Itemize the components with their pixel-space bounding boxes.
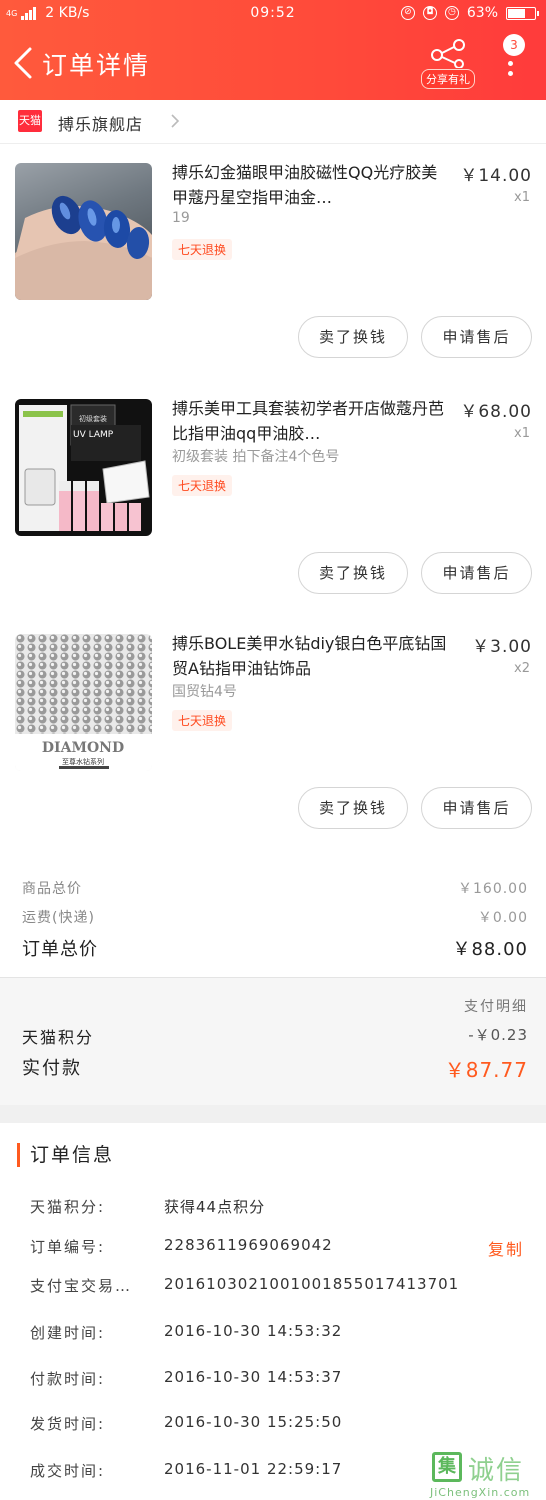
rhinestones-photo-icon: DIAMOND 至尊水钻系列 xyxy=(15,634,152,771)
after-sales-button[interactable]: 申请售后 xyxy=(421,787,532,829)
alarm-icon: ◷ xyxy=(444,6,459,20)
product-quantity: x1 xyxy=(514,190,530,205)
copy-button[interactable]: 复制 xyxy=(488,1236,524,1260)
info-value[interactable]: 2283611969069042 xyxy=(164,1236,333,1254)
more-dot-icon xyxy=(508,71,513,76)
sell-button[interactable]: 卖了换钱 xyxy=(298,552,408,594)
info-value: 2016-10-30 14:53:37 xyxy=(164,1368,343,1386)
info-label: 创建时间: xyxy=(30,1324,106,1342)
points-value: -￥0.23 xyxy=(468,1026,528,1044)
more-dot-icon xyxy=(508,61,513,66)
goods-total-label: 商品总价 xyxy=(22,881,82,897)
share-button[interactable]: 分享有礼 xyxy=(420,38,476,90)
product-spec: 国贸钻4号 xyxy=(172,684,237,700)
shipping-value: ￥0.00 xyxy=(477,910,528,926)
watermark-url: JiChengXin.com xyxy=(430,1486,531,1499)
kit-box-label: 初级套装 xyxy=(79,414,107,423)
info-label: 天猫积分: xyxy=(30,1198,106,1216)
order-total-value: ￥88.00 xyxy=(452,939,528,960)
info-label: 付款时间: xyxy=(30,1370,106,1388)
product-price: ￥68.00 xyxy=(460,402,532,422)
more-menu-button[interactable]: 3 xyxy=(497,34,531,84)
battery-percent: 63% xyxy=(466,5,498,21)
info-value: 2016103021001001855017413701 xyxy=(164,1275,460,1293)
product-title[interactable]: 搏乐幻金猫眼甲油胶磁性QQ光疗胶美甲蔻丹星空指甲油金… xyxy=(172,160,447,210)
uv-lamp-label: UV LAMP xyxy=(73,430,114,440)
points-label: 天猫积分 xyxy=(22,1028,95,1047)
sell-button[interactable]: 卖了换钱 xyxy=(298,787,408,829)
order-info-section: 订单信息 天猫积分: 获得44点积分 订单编号: 228361196906904… xyxy=(0,1123,546,1500)
product-image[interactable] xyxy=(15,163,152,300)
after-sales-button[interactable]: 申请售后 xyxy=(421,316,532,358)
diamond-label: DIAMOND xyxy=(42,740,124,756)
share-icon xyxy=(431,39,465,68)
info-label: 订单编号: xyxy=(30,1238,106,1256)
actual-paid-label: 实付款 xyxy=(22,1058,82,1079)
product-image[interactable]: 初级套装 UV LAMP xyxy=(15,399,152,536)
product-title[interactable]: 搏乐BOLE美甲水钻diy银白色平底钻国贸A钻指甲油钻饰品 xyxy=(172,631,447,681)
diamond-sub-label: 至尊水钻系列 xyxy=(62,757,104,766)
battery-icon xyxy=(506,6,539,20)
mute-icon: ⊘ xyxy=(400,6,415,20)
tmall-icon: 天猫 xyxy=(18,110,42,132)
uv-lamp-kit-photo-icon: 初级套装 UV LAMP xyxy=(19,404,150,531)
watermark-text: 诚信 xyxy=(468,1456,525,1486)
product-quantity: x1 xyxy=(514,426,530,441)
info-label: 成交时间: xyxy=(30,1462,106,1480)
shipping-label: 运费(快递) xyxy=(22,910,95,926)
section-divider xyxy=(0,1105,546,1123)
lock-icon: ◘ xyxy=(422,6,437,20)
actual-paid-value: ￥87.77 xyxy=(444,1058,528,1082)
order-item: 初级套装 UV LAMP 搏乐美甲工具套装初学者开店做蔻丹芭比指甲油qq甲油胶…… xyxy=(0,380,546,616)
return-policy-tag: 七天退换 xyxy=(172,710,233,731)
info-value: 2016-11-01 22:59:17 xyxy=(164,1460,343,1478)
order-item: 搏乐幻金猫眼甲油胶磁性QQ光疗胶美甲蔻丹星空指甲油金… ￥14.00 x1 19… xyxy=(0,144,546,380)
sell-button[interactable]: 卖了换钱 xyxy=(298,316,408,358)
goods-total-value: ￥160.00 xyxy=(458,881,528,897)
watermark-logo: 集 诚信 JiChengXin.com xyxy=(428,1450,546,1500)
chevron-right-icon xyxy=(171,114,180,128)
back-arrow-icon[interactable] xyxy=(10,46,36,80)
return-policy-tag: 七天退换 xyxy=(172,239,233,260)
blue-cat-eye-nails-photo-icon xyxy=(15,195,152,300)
info-value: 2016-10-30 14:53:32 xyxy=(164,1322,343,1340)
message-count-badge: 3 xyxy=(503,34,525,56)
order-info-heading: 订单信息 xyxy=(17,1143,114,1167)
order-total-label: 订单总价 xyxy=(22,939,98,960)
store-row[interactable]: 天猫 搏乐旗舰店 xyxy=(0,100,546,144)
product-price: ￥3.00 xyxy=(472,637,532,657)
share-label: 分享有礼 xyxy=(421,69,475,89)
info-value: 获得44点积分 xyxy=(164,1198,266,1216)
product-image[interactable]: DIAMOND 至尊水钻系列 xyxy=(15,634,152,771)
page-title: 订单详情 xyxy=(42,51,151,80)
payment-detail-label: 支付明细 xyxy=(464,999,528,1015)
product-spec: 初级套装 拍下备注4个色号 xyxy=(172,449,340,465)
payment-details: 支付明细 天猫积分 -￥0.23 实付款 ￥87.77 xyxy=(0,977,546,1105)
store-name: 搏乐旗舰店 xyxy=(58,115,144,134)
info-label: 支付宝交易… xyxy=(30,1277,133,1295)
watermark-char: 集 xyxy=(432,1452,462,1482)
product-title[interactable]: 搏乐美甲工具套装初学者开店做蔻丹芭比指甲油qq甲油胶… xyxy=(172,396,447,446)
order-item: DIAMOND 至尊水钻系列 搏乐BOLE美甲水钻diy银白色平底钻国贸A钻指甲… xyxy=(0,615,546,851)
product-price: ￥14.00 xyxy=(460,166,532,186)
return-policy-tag: 七天退换 xyxy=(172,475,233,496)
info-label: 发货时间: xyxy=(30,1415,106,1433)
product-quantity: x2 xyxy=(514,661,530,676)
app-header: 4G 2 KB/s 09:52 ⊘ ◘ ◷ 63% 订单详情 分享有礼 3 xyxy=(0,0,546,100)
status-bar: 4G 2 KB/s 09:52 ⊘ ◘ ◷ 63% xyxy=(0,0,546,28)
product-spec: 19 xyxy=(172,210,190,226)
info-value: 2016-10-30 15:25:50 xyxy=(164,1413,343,1431)
after-sales-button[interactable]: 申请售后 xyxy=(421,552,532,594)
